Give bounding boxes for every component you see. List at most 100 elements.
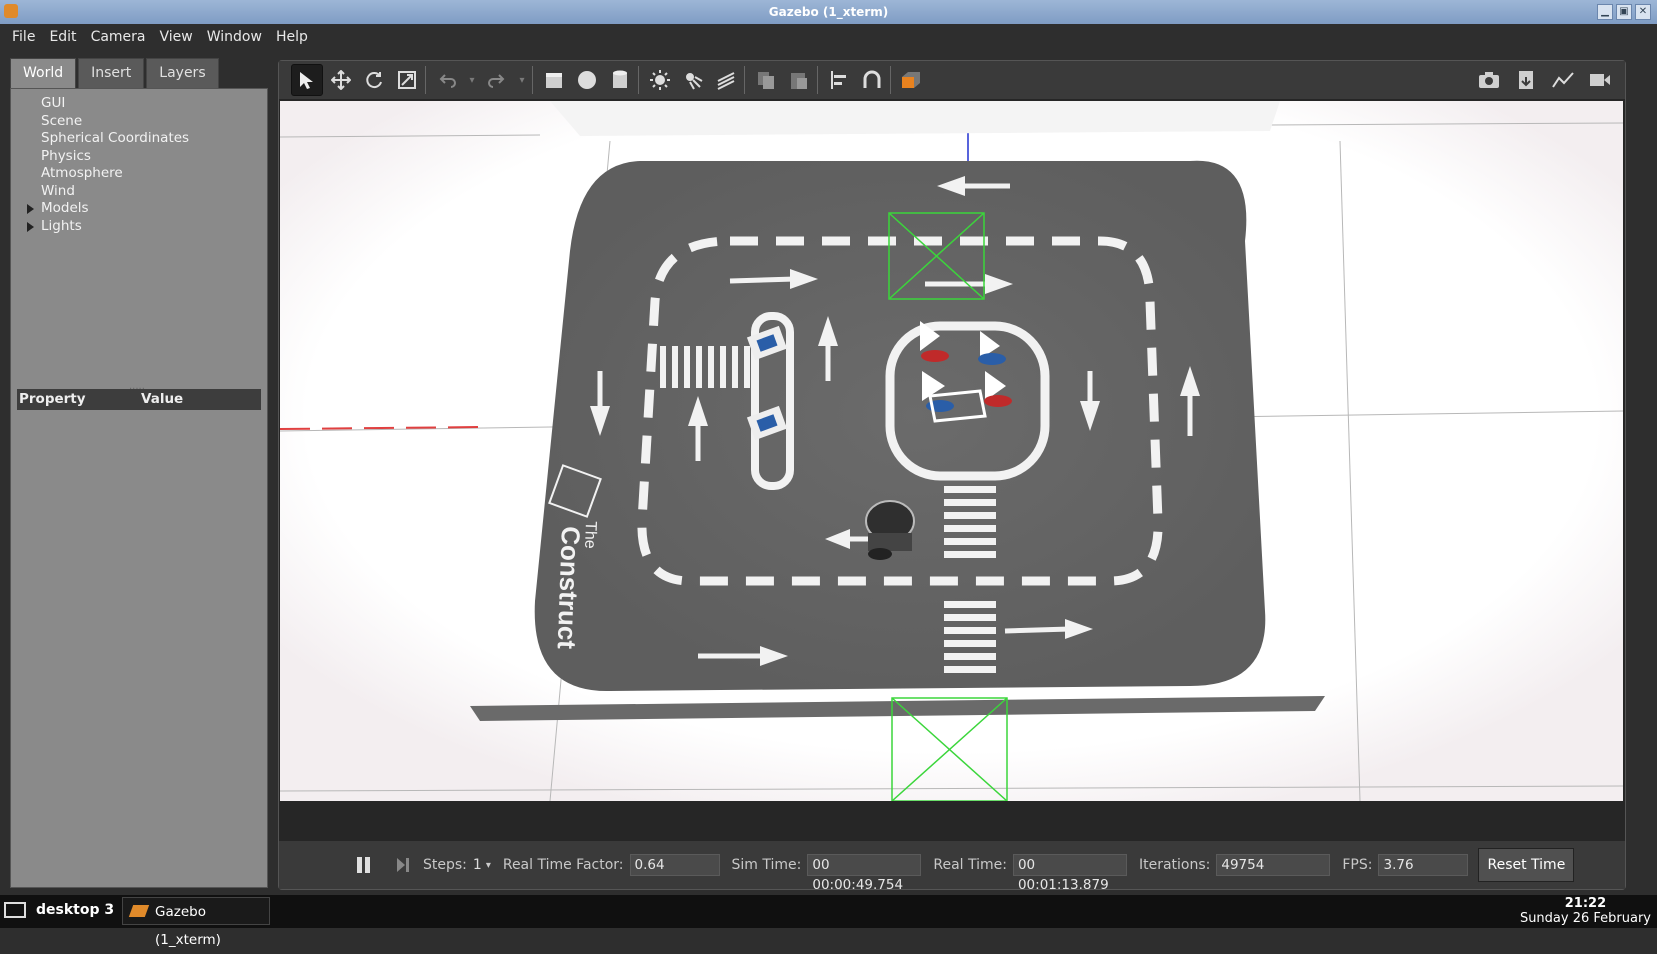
value-column-header: Value (141, 391, 184, 407)
sphere-icon[interactable] (572, 65, 602, 95)
toolbar-right (1471, 65, 1615, 95)
gazebo-taskbar-icon (128, 905, 150, 917)
time-panel: Steps: 1 ▾ Real Time Factor: 0.64 Sim Ti… (279, 841, 1625, 893)
undo-icon[interactable] (432, 65, 462, 95)
reset-time-button[interactable]: Reset Time (1478, 848, 1575, 882)
align-icon[interactable] (824, 65, 854, 95)
tree-item-label: Scene (41, 112, 83, 129)
menu-view[interactable]: View (160, 29, 193, 45)
clock-date: Sunday 26 February (1519, 911, 1651, 926)
tree-item-label: Lights (41, 217, 82, 234)
toolbar-separator (638, 66, 639, 94)
paste-icon[interactable] (784, 65, 814, 95)
menu-bar: File Edit Camera View Window Help (0, 24, 1657, 50)
steps-dropdown-icon[interactable]: ▾ (486, 860, 491, 871)
tree-item-physics[interactable]: Physics (11, 148, 267, 166)
maximize-icon[interactable]: ▣ (1616, 4, 1632, 20)
log-icon[interactable] (1511, 65, 1541, 95)
left-panel: World Insert Layers GUI Scene Spherical … (10, 58, 268, 888)
rotate-icon[interactable] (359, 65, 389, 95)
tab-insert[interactable]: Insert (78, 58, 145, 88)
menu-help[interactable]: Help (276, 29, 308, 45)
close-icon[interactable]: ✕ (1635, 4, 1651, 20)
desktop-label: desktop 3 (36, 902, 115, 918)
world-panel: GUI Scene Spherical Coordinates Physics … (10, 88, 268, 888)
spot-light-icon[interactable] (678, 65, 708, 95)
redo-dropdown-icon[interactable]: ▾ (515, 65, 529, 95)
main-toolbar: ▾ ▾ (279, 61, 1625, 99)
rtf-field: 0.64 (629, 854, 720, 876)
world-tree: GUI Scene Spherical Coordinates Physics … (11, 89, 267, 235)
title-bar: Gazebo (1_xterm) ▁ ▣ ✕ (0, 0, 1657, 24)
iterations-label: Iterations: (1138, 857, 1211, 873)
step-icon[interactable] (395, 856, 411, 874)
tree-item-label: Spherical Coordinates (41, 130, 190, 146)
toolbar-separator (425, 66, 426, 94)
iterations-field: 49754 (1216, 854, 1331, 876)
steps-value[interactable]: 1 (473, 857, 482, 873)
menu-file[interactable]: File (12, 29, 35, 45)
toolbar-separator (532, 66, 533, 94)
window-controls: ▁ ▣ ✕ (1597, 4, 1651, 20)
pause-icon[interactable] (357, 857, 373, 873)
snap-icon[interactable] (857, 65, 887, 95)
undo-dropdown-icon[interactable]: ▾ (465, 65, 479, 95)
tab-layers[interactable]: Layers (146, 58, 219, 88)
menu-edit[interactable]: Edit (49, 29, 76, 45)
expand-arrow-icon[interactable] (27, 221, 34, 232)
tree-item-label: Atmosphere (41, 165, 123, 181)
tab-world[interactable]: World (10, 58, 77, 88)
expand-arrow-icon[interactable] (27, 204, 34, 214)
select-arrow-icon[interactable] (291, 64, 323, 96)
clock-time: 21:22 (1564, 896, 1607, 911)
taskbar: desktop 3 Gazebo (1_xterm) 21:22 Sunday … (0, 895, 1657, 948)
menu-window[interactable]: Window (207, 29, 262, 45)
property-column-header: Property (19, 391, 86, 407)
fps-label: FPS: (1342, 857, 1373, 873)
top-slab (550, 101, 1280, 136)
fps-field: 3.76 (1378, 854, 1469, 876)
steps-label: Steps: (423, 857, 467, 873)
directional-light-icon[interactable] (711, 65, 741, 95)
tree-item-models[interactable]: Models (11, 200, 267, 218)
taskbar-item-gazebo[interactable]: Gazebo (1_xterm) (122, 897, 270, 948)
point-light-icon[interactable] (645, 65, 675, 95)
tree-item-label: GUI (41, 95, 66, 111)
tree-item-gui[interactable]: GUI (11, 95, 267, 113)
3d-render-view[interactable]: The Construct (280, 101, 1623, 801)
tree-item-atmosphere[interactable]: Atmosphere (11, 165, 267, 183)
plot-icon[interactable] (1548, 65, 1578, 95)
property-table-header: Property Value (17, 389, 261, 410)
tree-item-scene[interactable]: Scene (11, 113, 267, 131)
toolbar-separator (890, 66, 891, 94)
real-time-field: 00 00:01:13.879 (1012, 854, 1127, 893)
cylinder-icon[interactable] (605, 65, 635, 95)
screenshot-icon[interactable] (1474, 65, 1504, 95)
taskbar-item-label: Gazebo (1_xterm) (155, 904, 221, 948)
tree-item-wind[interactable]: Wind (11, 183, 267, 201)
redo-icon[interactable] (482, 65, 512, 95)
tree-item-lights[interactable]: Lights (11, 218, 267, 236)
scene-canvas[interactable]: The Construct (280, 101, 1623, 801)
minimize-icon[interactable]: ▁ (1597, 4, 1613, 20)
scale-icon[interactable] (392, 65, 422, 95)
tree-item-label: Physics (41, 147, 91, 164)
record-video-icon[interactable] (1585, 65, 1615, 95)
track-floor (534, 160, 1266, 692)
real-time-label: Real Time: (933, 857, 1007, 873)
tree-item-spherical-coordinates[interactable]: Spherical Coordinates (11, 130, 267, 148)
box-icon[interactable] (539, 65, 569, 95)
tree-item-label: Models (41, 200, 89, 216)
view-angle-icon[interactable] (897, 65, 927, 95)
sim-time-field: 00 00:00:49.754 (807, 854, 922, 893)
translate-icon[interactable] (326, 65, 356, 95)
render-view-frame: ▾ ▾ The Construct Steps: 1 ▾ Real Time F… (278, 60, 1626, 893)
copy-icon[interactable] (751, 65, 781, 95)
toolbar-separator (817, 66, 818, 94)
desktop-switcher[interactable]: desktop 3 (4, 902, 114, 918)
clock: 21:22 Sunday 26 February (1520, 896, 1651, 926)
brand-text-construct: Construct (552, 526, 586, 650)
menu-camera[interactable]: Camera (91, 29, 146, 45)
gazebo-app-icon (4, 4, 18, 18)
panel-tabs: World Insert Layers (10, 58, 268, 88)
